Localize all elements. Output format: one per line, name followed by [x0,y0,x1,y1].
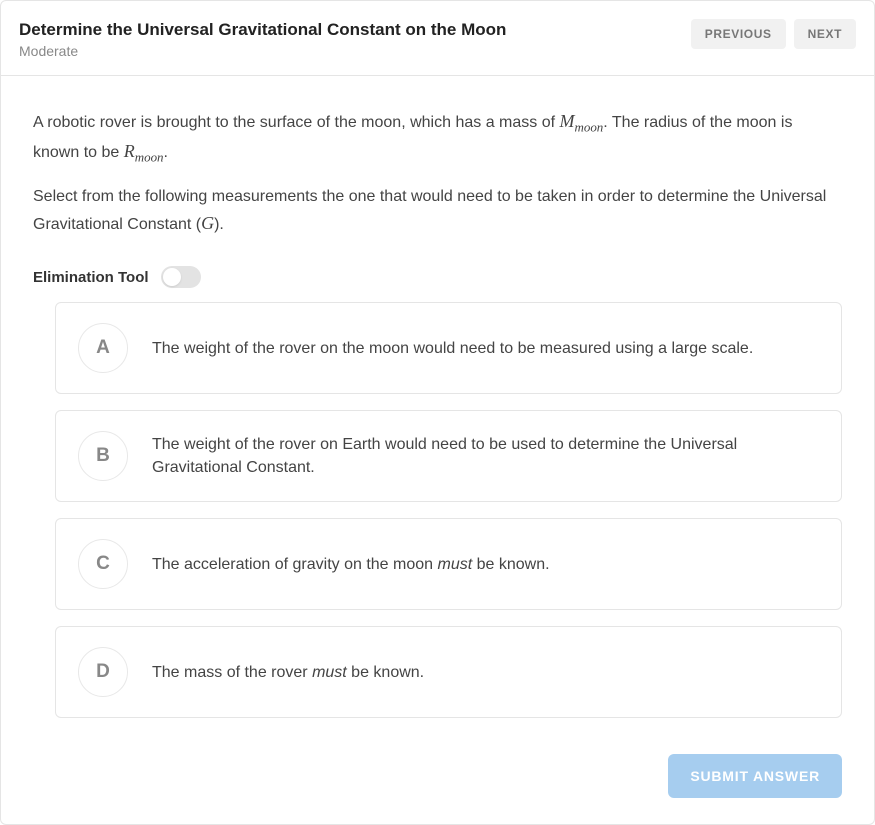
prompt-text: . [164,144,168,161]
prompt-text: ). [214,216,224,233]
question-title: Determine the Universal Gravitational Co… [19,19,506,41]
mass-symbol: Mmoon [560,111,604,131]
elimination-label: Elimination Tool [33,269,149,286]
prompt-text: Select from the following measurements t… [33,188,826,233]
option-a[interactable]: A The weight of the rover on the moon wo… [55,302,842,394]
card-body: A robotic rover is brought to the surfac… [1,76,874,824]
nav-buttons: PREVIOUS NEXT [691,19,856,49]
question-prompt: A robotic rover is brought to the surfac… [33,108,842,238]
difficulty-label: Moderate [19,43,506,59]
elimination-tool-row: Elimination Tool [33,266,842,288]
elimination-toggle[interactable] [161,266,201,288]
radius-symbol: Rmoon [124,141,164,161]
submit-answer-button[interactable]: SUBMIT ANSWER [668,754,842,798]
option-text: The weight of the rover on the moon woul… [152,337,753,360]
prompt-paragraph-2: Select from the following measurements t… [33,185,842,238]
option-letter: C [78,539,128,589]
submit-row: SUBMIT ANSWER [33,754,842,798]
previous-button[interactable]: PREVIOUS [691,19,786,49]
option-letter: B [78,431,128,481]
prompt-paragraph-1: A robotic rover is brought to the surfac… [33,108,842,167]
option-text: The weight of the rover on Earth would n… [152,433,819,479]
prompt-text: A robotic rover is brought to the surfac… [33,114,560,131]
option-text: The mass of the rover must be known. [152,661,424,684]
option-c[interactable]: C The acceleration of gravity on the moo… [55,518,842,610]
option-letter: D [78,647,128,697]
options-list: A The weight of the rover on the moon wo… [55,302,842,718]
question-card: Determine the Universal Gravitational Co… [0,0,875,825]
card-header: Determine the Universal Gravitational Co… [1,1,874,76]
title-block: Determine the Universal Gravitational Co… [19,19,506,59]
option-letter: A [78,323,128,373]
option-text: The acceleration of gravity on the moon … [152,553,550,576]
g-symbol: G [201,213,214,233]
option-d[interactable]: D The mass of the rover must be known. [55,626,842,718]
next-button[interactable]: NEXT [794,19,856,49]
toggle-knob [163,268,181,286]
option-b[interactable]: B The weight of the rover on Earth would… [55,410,842,502]
